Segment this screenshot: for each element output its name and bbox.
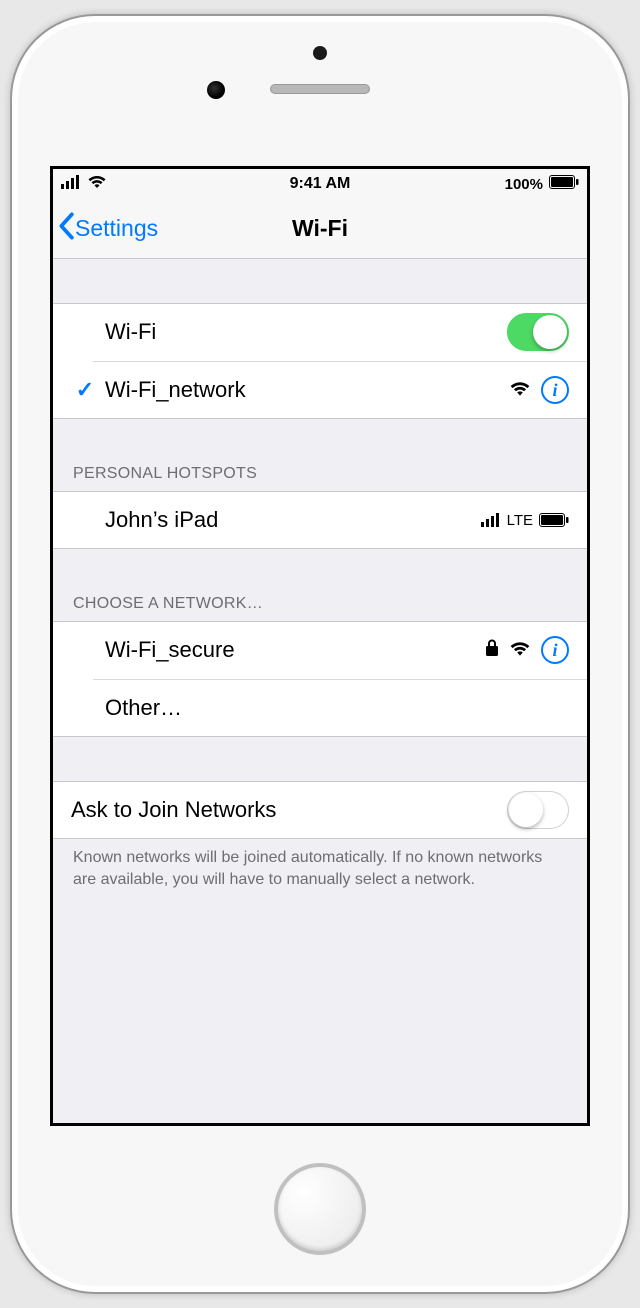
networks-header: CHOOSE A NETWORK…	[53, 585, 587, 621]
home-area	[12, 1126, 628, 1292]
wifi-section: Wi-Fi ✓ Wi-Fi_network	[53, 303, 587, 419]
connected-network-name: Wi-Fi_network	[99, 377, 509, 403]
network-name: Wi-Fi_secure	[99, 637, 485, 663]
phone-frame: 9:41 AM 100% Se	[10, 14, 630, 1294]
proximity-sensor	[207, 81, 225, 99]
hotspot-network-type: LTE	[507, 512, 533, 529]
screen: 9:41 AM 100% Se	[50, 166, 590, 1126]
battery-percent: 100%	[505, 176, 543, 193]
device-top	[12, 16, 628, 166]
status-bar: 9:41 AM 100%	[53, 169, 587, 199]
cellular-signal-icon	[481, 507, 501, 533]
lock-icon	[485, 637, 499, 663]
hotspot-row[interactable]: John’s iPad LTE	[53, 491, 587, 549]
wifi-toggle-row: Wi-Fi	[53, 303, 587, 361]
nav-bar: Settings Wi-Fi	[53, 199, 587, 259]
wifi-toggle-label: Wi-Fi	[99, 319, 507, 345]
networks-section: CHOOSE A NETWORK… Wi-Fi_secure	[53, 549, 587, 737]
ask-to-join-footer: Known networks will be joined automatica…	[53, 839, 587, 900]
info-icon[interactable]: i	[541, 376, 569, 404]
wifi-signal-icon	[509, 377, 531, 403]
checkmark-icon: ✓	[76, 377, 94, 403]
ask-to-join-section: Ask to Join Networks Known networks will…	[53, 781, 587, 900]
wifi-signal-icon	[509, 637, 531, 663]
network-row[interactable]: Wi-Fi_secure	[53, 621, 587, 679]
connected-network-row[interactable]: ✓ Wi-Fi_network i	[53, 361, 587, 419]
other-network-label: Other…	[99, 695, 569, 721]
other-network-row[interactable]: Other…	[53, 679, 587, 737]
ask-to-join-toggle[interactable]	[507, 791, 569, 829]
home-button[interactable]	[274, 1163, 366, 1255]
ask-to-join-row: Ask to Join Networks	[53, 781, 587, 839]
ask-to-join-label: Ask to Join Networks	[71, 797, 507, 823]
battery-icon	[539, 507, 569, 533]
hotspots-header: PERSONAL HOTSPOTS	[53, 455, 587, 491]
hotspots-section: PERSONAL HOTSPOTS John’s iPad LTE	[53, 419, 587, 549]
speaker-grille	[270, 84, 370, 94]
chevron-left-icon	[57, 212, 75, 246]
back-label: Settings	[75, 215, 158, 242]
front-camera	[313, 46, 327, 60]
battery-icon	[549, 175, 579, 193]
info-icon[interactable]: i	[541, 636, 569, 664]
back-button[interactable]: Settings	[53, 212, 158, 246]
wifi-toggle[interactable]	[507, 313, 569, 351]
hotspot-name: John’s iPad	[99, 507, 481, 533]
